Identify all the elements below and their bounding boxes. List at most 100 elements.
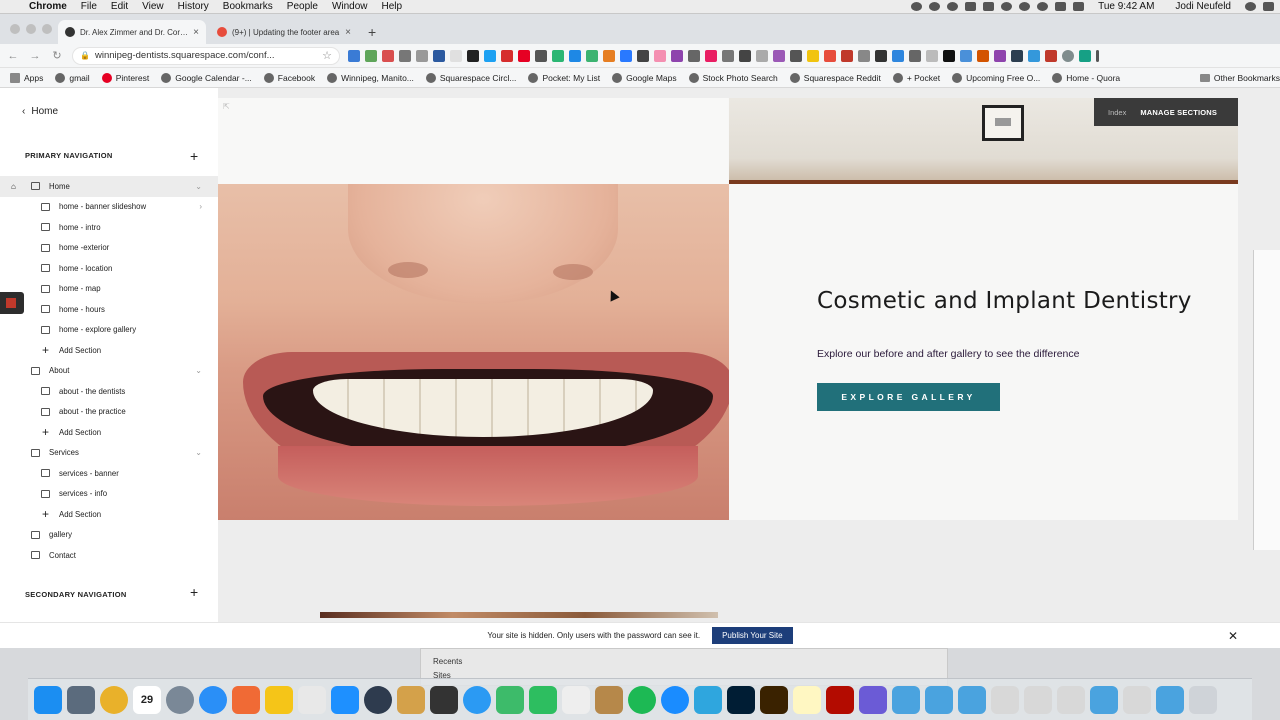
menu-edit[interactable]: Edit bbox=[104, 1, 135, 12]
chevron-right-icon[interactable]: › bbox=[199, 202, 202, 211]
notes-icon[interactable] bbox=[397, 685, 425, 714]
new-tab-icon[interactable]: + bbox=[368, 24, 376, 40]
extension-icon[interactable] bbox=[671, 49, 683, 62]
extension-icon[interactable] bbox=[1011, 49, 1023, 62]
extension-icon[interactable] bbox=[824, 49, 836, 62]
extension-icon[interactable] bbox=[399, 49, 411, 62]
nav-page-home[interactable]: ⌂ Home ⌄ bbox=[0, 176, 218, 197]
bookmark-quora[interactable]: Home - Quora bbox=[1052, 72, 1120, 83]
nav-page-about[interactable]: About ⌄ bbox=[0, 361, 218, 382]
extension-icon[interactable] bbox=[926, 49, 938, 62]
list-icon[interactable] bbox=[1263, 2, 1274, 11]
bookmark-winnipeg[interactable]: Winnipeg, Manito... bbox=[327, 72, 414, 83]
evernote-icon[interactable] bbox=[529, 685, 557, 714]
launchpad-icon[interactable] bbox=[166, 685, 194, 714]
downloads-icon[interactable] bbox=[1156, 685, 1184, 714]
minimize-window-icon[interactable] bbox=[26, 24, 36, 34]
photoshop-icon[interactable] bbox=[727, 685, 755, 714]
terminal-icon[interactable] bbox=[430, 685, 458, 714]
nav-section-the-dentists[interactable]: about - the dentists bbox=[0, 381, 218, 402]
extension-icon[interactable] bbox=[586, 49, 598, 62]
extension-icon[interactable] bbox=[654, 49, 666, 62]
extension-icon[interactable] bbox=[603, 49, 615, 62]
extension-icon[interactable] bbox=[433, 49, 445, 62]
extension-icon[interactable] bbox=[569, 49, 581, 62]
preview-icon[interactable] bbox=[67, 685, 95, 714]
spotify-icon[interactable] bbox=[628, 685, 656, 714]
extension-icon[interactable] bbox=[705, 49, 717, 62]
chevron-down-icon[interactable]: ⌄ bbox=[195, 448, 202, 457]
finder-recents[interactable]: Recents bbox=[433, 657, 462, 666]
extension-icon[interactable] bbox=[484, 49, 496, 62]
extension-icon[interactable] bbox=[960, 49, 972, 62]
bookmark-other[interactable]: Other Bookmarks bbox=[1199, 73, 1280, 83]
notebook-icon[interactable] bbox=[595, 685, 623, 714]
safari-icon[interactable] bbox=[199, 685, 227, 714]
nav-section-map[interactable]: home - map bbox=[0, 279, 218, 300]
bookmark-facebook[interactable]: Facebook bbox=[263, 72, 315, 83]
extension-icon[interactable] bbox=[620, 49, 632, 62]
bbedit-icon[interactable] bbox=[859, 685, 887, 714]
bookmark-pocket[interactable]: Pocket: My List bbox=[528, 72, 600, 83]
extension-icon[interactable] bbox=[518, 49, 530, 62]
bookmark-stock-photo[interactable]: Stock Photo Search bbox=[688, 72, 778, 83]
nav-section-services-banner[interactable]: services - banner bbox=[0, 463, 218, 484]
nav-page-services[interactable]: Services ⌄ bbox=[0, 443, 218, 464]
nav-section-hours[interactable]: home - hours bbox=[0, 299, 218, 320]
add-secondary-page-icon[interactable]: + bbox=[190, 585, 198, 599]
keynote-icon[interactable] bbox=[496, 685, 524, 714]
reload-icon[interactable]: ↻ bbox=[50, 49, 64, 62]
extension-icon[interactable] bbox=[841, 49, 853, 62]
menu-window[interactable]: Window bbox=[325, 1, 375, 12]
avatar[interactable] bbox=[1062, 49, 1074, 62]
extension-icon[interactable] bbox=[637, 49, 649, 62]
extension-icon[interactable] bbox=[790, 49, 802, 62]
folder-icon[interactable] bbox=[1090, 685, 1118, 714]
extension-icon[interactable] bbox=[1028, 49, 1040, 62]
1password-icon[interactable] bbox=[661, 685, 689, 714]
search-icon[interactable] bbox=[1245, 2, 1256, 11]
bookmark-pinterest[interactable]: Pinterest bbox=[101, 72, 149, 83]
app-store-icon[interactable] bbox=[331, 685, 359, 714]
extension-icon[interactable] bbox=[382, 49, 394, 62]
publish-site-button[interactable]: Publish Your Site bbox=[712, 627, 793, 644]
menu-help[interactable]: Help bbox=[375, 1, 410, 12]
bookmark-google-calendar[interactable]: Google Calendar -... bbox=[161, 72, 252, 83]
filezilla-icon[interactable] bbox=[265, 685, 293, 714]
clock-icon[interactable] bbox=[1001, 2, 1013, 11]
mail-icon[interactable] bbox=[965, 2, 977, 11]
forward-icon[interactable]: → bbox=[28, 50, 42, 62]
tab-footer[interactable]: (9+) | Updating the footer area × bbox=[210, 20, 358, 44]
recording-indicator[interactable] bbox=[0, 292, 24, 314]
extension-icon[interactable] bbox=[977, 49, 989, 62]
messages-icon[interactable] bbox=[463, 685, 491, 714]
nav-section-intro[interactable]: home - intro bbox=[0, 217, 218, 238]
slack-icon[interactable] bbox=[298, 685, 326, 714]
menu-app-name[interactable]: Chrome bbox=[22, 1, 74, 12]
add-page-icon[interactable]: + bbox=[190, 149, 198, 163]
bookmark-squarespace-reddit[interactable]: Squarespace Reddit bbox=[789, 72, 881, 83]
menu-people[interactable]: People bbox=[280, 1, 325, 12]
document-icon[interactable] bbox=[991, 685, 1019, 714]
extension-icon[interactable] bbox=[450, 49, 462, 62]
quicktime-icon[interactable] bbox=[364, 685, 392, 714]
add-section-home[interactable]: + Add Section bbox=[0, 340, 218, 361]
nav-section-the-practice[interactable]: about - the practice bbox=[0, 402, 218, 423]
bookmark-plus-pocket[interactable]: + Pocket bbox=[892, 72, 940, 83]
photos-icon[interactable] bbox=[232, 685, 260, 714]
extension-icon[interactable] bbox=[1045, 49, 1057, 62]
chevron-down-icon[interactable]: ⌄ bbox=[195, 182, 202, 191]
menu-history[interactable]: History bbox=[171, 1, 216, 12]
extension-icon[interactable] bbox=[535, 49, 547, 62]
folder-icon[interactable] bbox=[892, 685, 920, 714]
nav-page-gallery[interactable]: gallery bbox=[0, 525, 218, 546]
bluetooth-icon[interactable] bbox=[1019, 2, 1031, 11]
extension-icon[interactable] bbox=[722, 49, 734, 62]
folder-icon[interactable] bbox=[925, 685, 953, 714]
close-window-icon[interactable] bbox=[10, 24, 20, 34]
nav-page-contact[interactable]: Contact bbox=[0, 545, 218, 566]
close-icon[interactable]: ✕ bbox=[1228, 629, 1238, 643]
extension-icon[interactable] bbox=[807, 49, 819, 62]
extension-icon[interactable] bbox=[416, 49, 428, 62]
bookmark-squarespace-circle[interactable]: Squarespace Circl... bbox=[425, 72, 516, 83]
